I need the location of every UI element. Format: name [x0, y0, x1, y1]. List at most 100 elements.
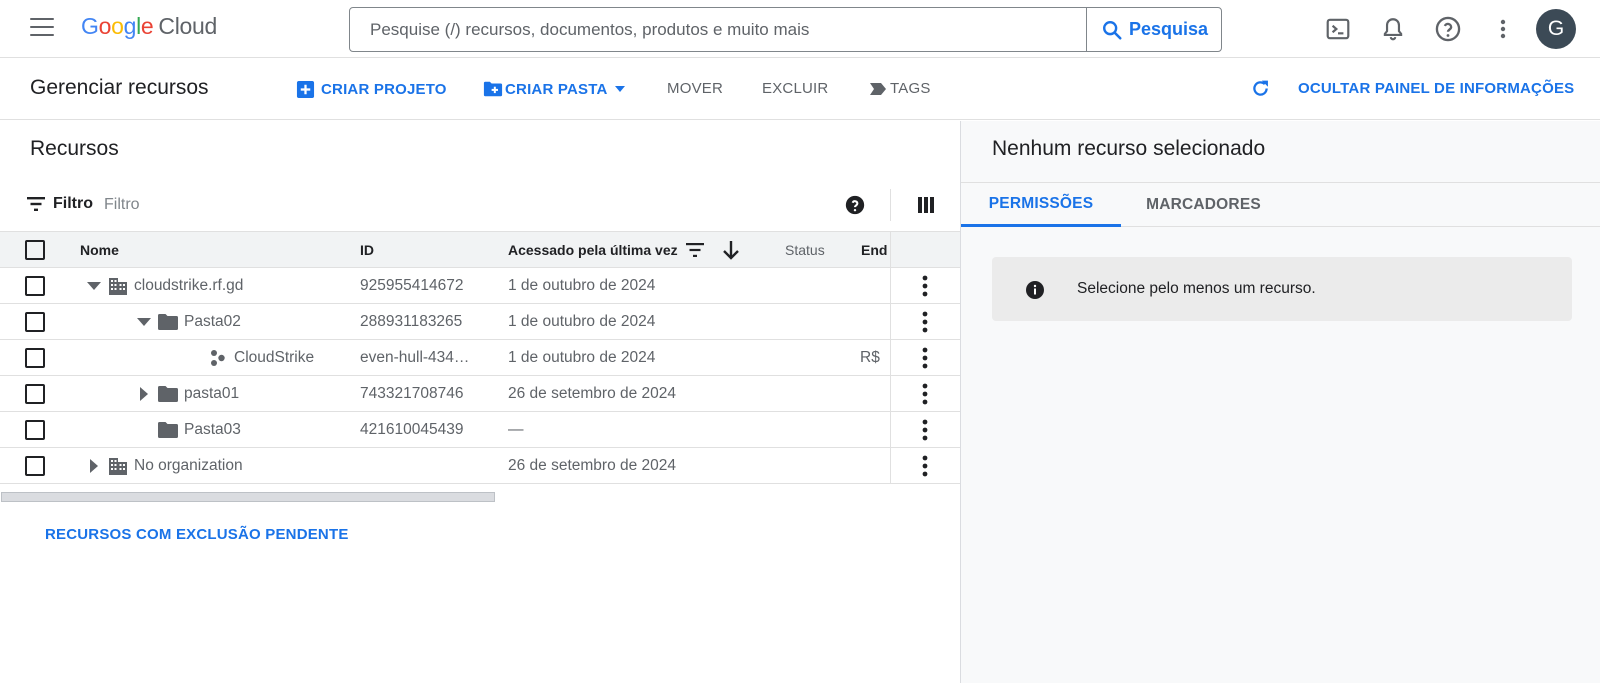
column-header-end[interactable]: End [858, 231, 890, 268]
tab-labels[interactable]: MARCADORES [1121, 183, 1286, 227]
resource-name[interactable]: Pasta02 [184, 313, 241, 331]
folder-icon [158, 385, 178, 402]
row-actions-button[interactable] [891, 382, 960, 406]
filter-button[interactable]: Filtro [27, 195, 93, 213]
view-column-icon [918, 197, 934, 213]
table-row[interactable]: Pasta03 421610045439 — [0, 411, 960, 448]
select-all-checkbox[interactable] [25, 239, 45, 260]
row-actions-button[interactable] [891, 454, 960, 478]
table-row[interactable]: Pasta02 288931183265 1 de outubro de 202… [0, 303, 960, 340]
resource-name[interactable]: CloudStrike [234, 349, 314, 367]
move-label: MOVER [667, 80, 724, 97]
resource-id: even-hull-434… [350, 339, 500, 376]
table-row[interactable]: cloudstrike.rf.gd 925955414672 1 de outu… [0, 267, 960, 304]
expand-toggle[interactable] [86, 458, 102, 474]
scrollbar-thumb[interactable] [1, 492, 495, 502]
row-checkbox[interactable] [25, 419, 45, 440]
move-button[interactable]: MOVER [667, 80, 723, 97]
row-checkbox[interactable] [25, 275, 45, 296]
tags-button[interactable]: TAGS [869, 80, 931, 97]
resource-status [775, 375, 858, 412]
collapse-toggle[interactable] [136, 314, 152, 330]
create-folder-button[interactable]: CRIAR PASTA [483, 80, 632, 98]
resources-table: Nome ID Acessado pela última vez Status … [0, 231, 960, 484]
arrow-down-icon[interactable] [722, 240, 740, 260]
notifications-button[interactable] [1378, 14, 1408, 44]
folder-icon [158, 313, 178, 330]
resource-name[interactable]: Pasta03 [184, 421, 241, 439]
search-input[interactable] [350, 8, 1086, 51]
filter-input[interactable] [104, 192, 704, 218]
resources-panel: Recursos Filtro Nome ID Acessado pel [0, 121, 960, 683]
resource-last-accessed: 1 de outubro de 2024 [500, 339, 775, 376]
action-bar: Gerenciar recursos CRIAR PROJETO CRIAR P… [0, 58, 1600, 120]
tags-label: TAGS [890, 80, 931, 97]
pending-deletion-link[interactable]: RECURSOS COM EXCLUSÃO PENDENTE [45, 526, 349, 543]
hide-info-panel-button[interactable]: OCULTAR PAINEL DE INFORMAÇÕES [1298, 80, 1574, 97]
expand-toggle[interactable] [136, 386, 152, 402]
tab-permissions[interactable]: PERMISSÕES [961, 183, 1121, 227]
filter-help-button[interactable] [844, 194, 866, 221]
column-header-last-accessed[interactable]: Acessado pela última vez [500, 231, 775, 268]
resource-status [775, 411, 858, 448]
table-row[interactable]: pasta01 743321708746 26 de setembro de 2… [0, 375, 960, 412]
more-options-button[interactable] [1488, 14, 1518, 44]
row-checkbox[interactable] [25, 455, 45, 476]
help-button[interactable] [1433, 14, 1463, 44]
column-display-button[interactable] [915, 194, 937, 221]
row-checkbox[interactable] [25, 383, 45, 404]
triangle-down-icon [137, 317, 151, 326]
more-vert-icon [922, 455, 928, 476]
main-menu-button[interactable] [30, 18, 54, 38]
search-bar: Pesquisa [349, 7, 1222, 52]
refresh-button[interactable] [1250, 78, 1277, 99]
row-actions-button[interactable] [891, 274, 960, 298]
create-project-button[interactable]: CRIAR PROJETO [296, 80, 447, 99]
row-checkbox[interactable] [25, 311, 45, 332]
terminal-icon [1326, 18, 1350, 40]
triangle-right-icon [90, 458, 98, 473]
cloud-shell-button[interactable] [1323, 14, 1353, 44]
resource-name[interactable]: pasta01 [184, 385, 239, 403]
more-vert-icon [922, 275, 928, 296]
select-all-cell [0, 231, 70, 268]
create-project-label: CRIAR PROJETO [321, 81, 447, 98]
more-vert-icon [922, 311, 928, 332]
resource-name[interactable]: No organization [134, 457, 243, 475]
table-row[interactable]: No organization 26 de setembro de 2024 [0, 447, 960, 484]
resource-last-accessed: 26 de setembro de 2024 [500, 375, 775, 412]
more-vert-icon [922, 383, 928, 404]
bell-icon [1383, 18, 1403, 41]
column-header-name[interactable]: Nome [70, 231, 350, 268]
search-icon [1102, 20, 1122, 40]
column-header-id[interactable]: ID [350, 231, 500, 268]
table-row[interactable]: CloudStrike even-hull-434… 1 de outubro … [0, 339, 960, 376]
collapse-toggle[interactable] [86, 278, 102, 294]
logo-cloud-text: Cloud [158, 13, 218, 39]
create-folder-icon [483, 81, 503, 97]
more-vert-icon [1500, 19, 1506, 39]
row-actions-button[interactable] [891, 310, 960, 334]
account-avatar[interactable]: G [1536, 9, 1576, 49]
delete-label: EXCLUIR [762, 80, 829, 97]
resource-id: 743321708746 [350, 375, 500, 412]
horizontal-scrollbar[interactable] [0, 491, 960, 503]
resource-last-accessed: — [500, 411, 775, 448]
organization-icon [109, 457, 127, 475]
delete-button[interactable]: EXCLUIR [762, 80, 828, 97]
resource-status [775, 267, 858, 304]
resource-name[interactable]: cloudstrike.rf.gd [134, 277, 243, 295]
help-filled-icon [845, 195, 865, 215]
resource-end [858, 267, 890, 304]
table-header-row: Nome ID Acessado pela última vez Status … [0, 231, 960, 268]
resource-status [775, 339, 858, 376]
search-button[interactable]: Pesquisa [1086, 8, 1222, 51]
row-actions-button[interactable] [891, 418, 960, 442]
column-header-status[interactable]: Status [775, 231, 858, 268]
row-checkbox[interactable] [25, 347, 45, 368]
google-cloud-logo[interactable]: Google Cloud [81, 13, 217, 40]
resource-end [858, 447, 890, 484]
resource-status [775, 447, 858, 484]
row-actions-button[interactable] [891, 346, 960, 370]
info-message-text: Selecione pelo menos um recurso. [1077, 280, 1316, 297]
